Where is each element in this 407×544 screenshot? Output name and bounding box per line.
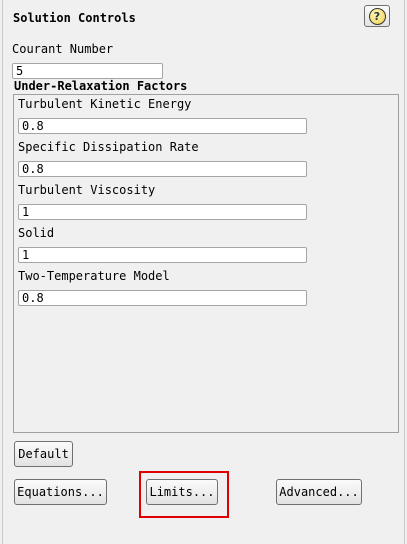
help-icon: ? xyxy=(368,7,386,25)
help-button[interactable]: ? xyxy=(364,5,390,27)
two-temperature-model-input[interactable]: 0.8 xyxy=(18,290,307,306)
advanced-button[interactable]: Advanced... xyxy=(276,479,362,505)
two-temperature-model-label: Two-Temperature Model xyxy=(18,269,170,283)
equations-button[interactable]: Equations... xyxy=(14,479,107,505)
specific-dissipation-rate-input[interactable]: 0.8 xyxy=(18,161,307,177)
turbulent-viscosity-label: Turbulent Viscosity xyxy=(18,183,156,197)
default-button[interactable]: Default xyxy=(14,441,73,467)
solid-input[interactable]: 1 xyxy=(18,247,307,263)
specific-dissipation-rate-label: Specific Dissipation Rate xyxy=(18,140,199,154)
solid-label: Solid xyxy=(18,226,55,240)
turbulent-kinetic-energy-label: Turbulent Kinetic Energy xyxy=(18,97,192,111)
courant-number-input[interactable]: 5 xyxy=(12,63,163,79)
under-relaxation-title: Under-Relaxation Factors xyxy=(14,79,190,93)
panel-title: Solution Controls xyxy=(13,11,136,25)
turbulent-viscosity-input[interactable]: 1 xyxy=(18,204,307,220)
turbulent-kinetic-energy-input[interactable]: 0.8 xyxy=(18,118,307,134)
solution-controls-panel: Solution Controls ? Courant Number 5 Und… xyxy=(2,0,405,544)
courant-number-label: Courant Number xyxy=(12,42,114,56)
limits-highlight-box xyxy=(139,471,229,518)
